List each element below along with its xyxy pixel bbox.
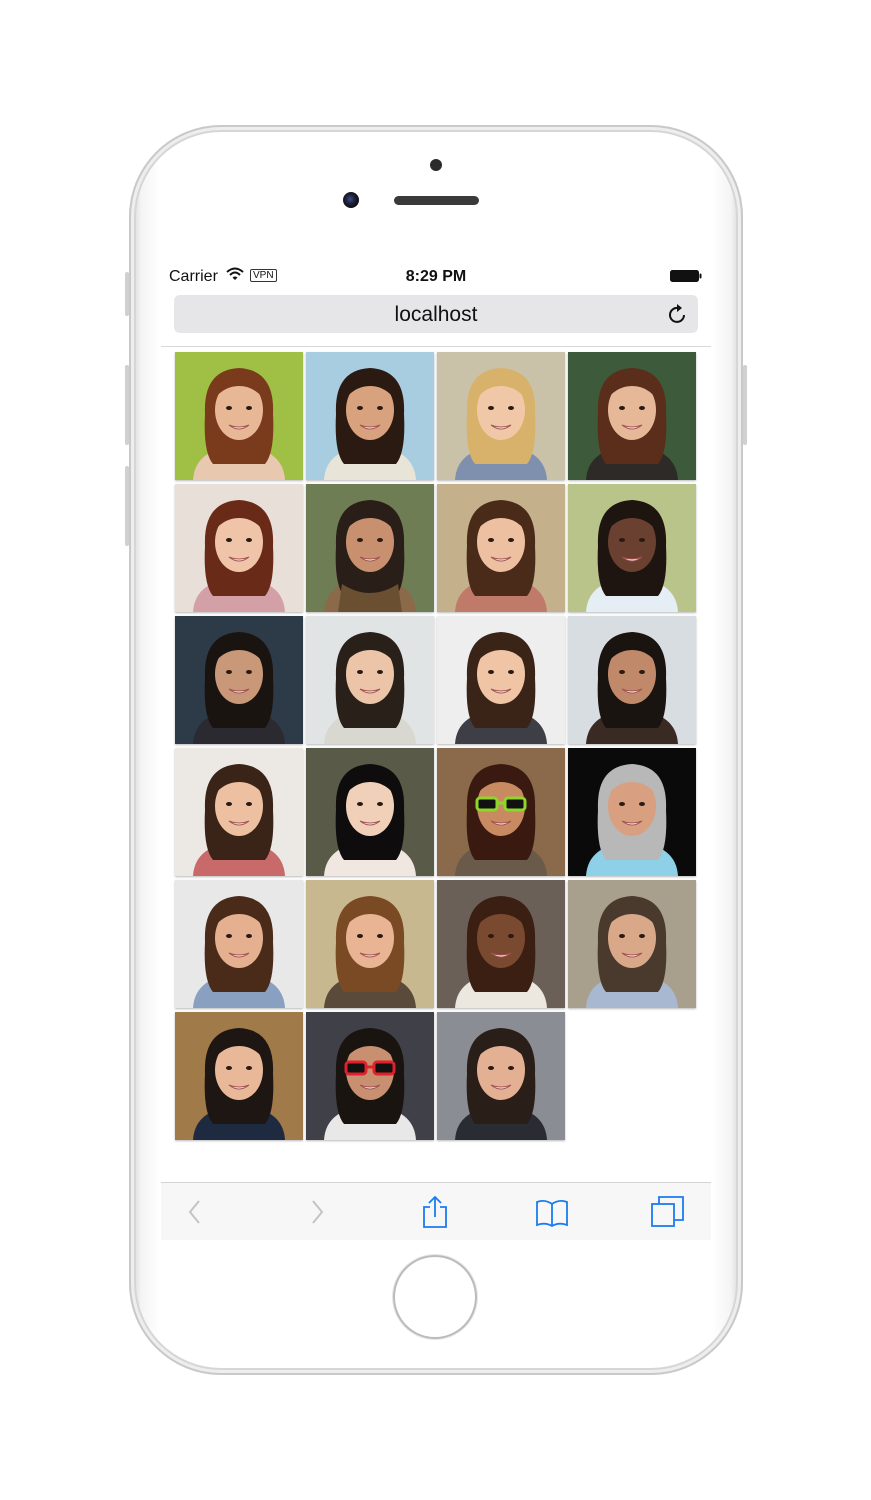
power-button (743, 365, 747, 445)
battery-icon (670, 270, 702, 282)
earpiece-speaker (394, 196, 479, 205)
url-text: localhost (394, 303, 478, 326)
browser-toolbar (161, 1182, 711, 1240)
portrait-image (175, 484, 303, 612)
portrait-image (437, 352, 565, 480)
portrait-image (568, 880, 696, 1008)
home-button[interactable] (393, 1255, 477, 1339)
back-button[interactable] (178, 1195, 212, 1229)
portrait-image (306, 484, 434, 612)
status-time: 8:29 PM (405, 268, 467, 285)
profile-photo[interactable] (306, 484, 434, 612)
share-button[interactable] (418, 1195, 452, 1229)
profile-photo[interactable] (306, 352, 434, 480)
profile-photo[interactable] (306, 616, 434, 744)
portrait-image (437, 748, 565, 876)
profile-photo[interactable] (437, 616, 565, 744)
portrait-image (437, 484, 565, 612)
profile-photo[interactable] (175, 352, 303, 480)
profile-photo[interactable] (306, 880, 434, 1008)
content-divider (161, 346, 711, 347)
forward-button[interactable] (300, 1195, 334, 1229)
book-icon (536, 1199, 568, 1228)
portrait-image (437, 880, 565, 1008)
portrait-image (175, 1012, 303, 1140)
profile-photo[interactable] (568, 484, 696, 612)
volume-down-button (125, 466, 129, 546)
profile-photo[interactable] (175, 880, 303, 1008)
portrait-image (175, 616, 303, 744)
profile-photo[interactable] (175, 748, 303, 876)
reload-icon[interactable] (667, 302, 689, 326)
profile-photo[interactable] (437, 748, 565, 876)
portrait-image (437, 1012, 565, 1140)
profile-photo[interactable] (437, 1012, 565, 1140)
portrait-image (568, 748, 696, 876)
address-bar[interactable]: localhost (174, 295, 698, 333)
mute-switch (125, 272, 129, 316)
portrait-image (175, 748, 303, 876)
portrait-image (437, 616, 565, 744)
proximity-sensor (430, 159, 442, 171)
profile-photo[interactable] (568, 748, 696, 876)
profile-photo[interactable] (306, 1012, 434, 1140)
tabs-icon (651, 1196, 684, 1227)
screen: Carrier VPN 8:29 PM localhost (161, 258, 711, 1240)
bookmarks-button[interactable] (535, 1195, 569, 1229)
portrait-image (568, 616, 696, 744)
profile-photo[interactable] (437, 352, 565, 480)
profile-photo[interactable] (175, 1012, 303, 1140)
share-icon (423, 1195, 447, 1228)
volume-up-button (125, 365, 129, 445)
profile-photo[interactable] (568, 880, 696, 1008)
chevron-left-icon (188, 1200, 200, 1224)
status-bar: Carrier VPN 8:29 PM (161, 258, 711, 292)
chevron-right-icon (312, 1200, 324, 1224)
profile-photo[interactable] (437, 880, 565, 1008)
portrait-image (306, 616, 434, 744)
portrait-image (568, 484, 696, 612)
profile-photo[interactable] (175, 616, 303, 744)
profile-photo[interactable] (175, 484, 303, 612)
portrait-image (568, 352, 696, 480)
profile-photo[interactable] (568, 616, 696, 744)
photo-grid (175, 352, 699, 1140)
profile-photo[interactable] (437, 484, 565, 612)
portrait-image (175, 352, 303, 480)
front-camera (343, 192, 359, 208)
portrait-image (175, 880, 303, 1008)
portrait-image (306, 880, 434, 1008)
portrait-image (306, 352, 434, 480)
tabs-button[interactable] (651, 1195, 685, 1229)
profile-photo[interactable] (568, 352, 696, 480)
profile-photo[interactable] (306, 748, 434, 876)
portrait-image (306, 748, 434, 876)
portrait-image (306, 1012, 434, 1140)
